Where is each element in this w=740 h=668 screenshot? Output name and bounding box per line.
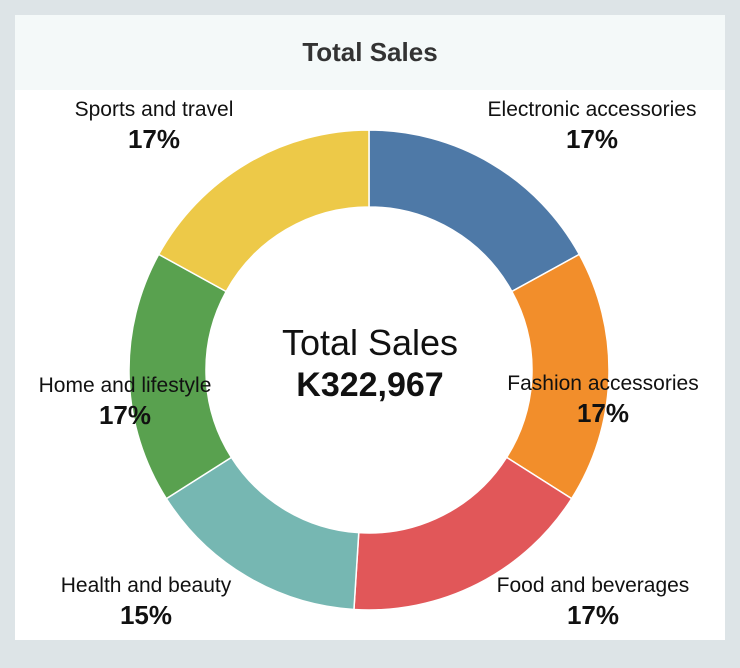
center-summary: Total Sales K322,967	[250, 322, 490, 405]
label-home-and-lifestyle: Home and lifestyle 17%	[22, 374, 228, 431]
center-total-value: K322,967	[296, 366, 444, 404]
label-food-and-beverages: Food and beverages 17%	[480, 574, 706, 631]
slice-percent: 17%	[565, 124, 619, 154]
slice-percent: 17%	[576, 398, 630, 428]
label-sports-and-travel: Sports and travel 17%	[58, 98, 250, 155]
slice-name: Home and lifestyle	[38, 374, 212, 397]
slice-name: Fashion accessories	[507, 372, 699, 395]
slice-percent: 17%	[127, 124, 181, 154]
slice-name: Sports and travel	[74, 98, 234, 121]
label-health-and-beauty: Health and beauty 15%	[40, 574, 252, 631]
slice-name: Electronic accessories	[487, 98, 697, 121]
label-electronic-accessories: Electronic accessories 17%	[470, 98, 714, 155]
center-title: Total Sales	[281, 322, 459, 363]
slice-percent: 17%	[566, 600, 620, 630]
slice-name: Food and beverages	[496, 574, 690, 597]
slice-percent: 17%	[98, 400, 152, 430]
slice-name: Health and beauty	[60, 574, 232, 597]
label-fashion-accessories: Fashion accessories 17%	[492, 372, 714, 429]
slice-percent: 15%	[119, 600, 173, 630]
